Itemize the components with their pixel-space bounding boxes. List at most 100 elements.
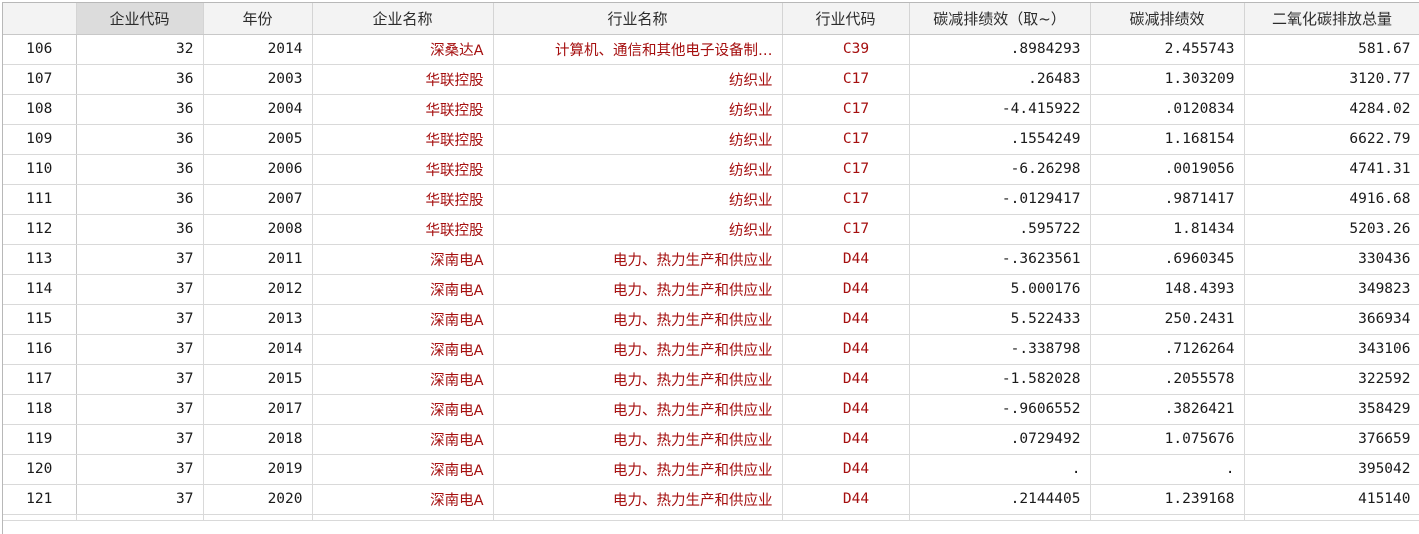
cell-industry-code[interactable]: D44 <box>782 394 910 425</box>
row-number[interactable]: 116 <box>3 334 77 365</box>
row-number[interactable]: 117 <box>3 364 77 395</box>
row-number[interactable]: 121 <box>3 484 77 515</box>
cell-industry-code[interactable]: C17 <box>782 184 910 215</box>
cell-carbon-perf[interactable]: .6960345 <box>1090 244 1245 275</box>
cell-carbon-perf-truncated[interactable]: -.338798 <box>909 334 1091 365</box>
cell-industry-code[interactable]: C17 <box>782 124 910 155</box>
table-row[interactable]: 110 36 2006 华联控股 纺织业 C17 -6.26298 .00190… <box>3 154 1419 185</box>
cell-industry-code[interactable]: D44 <box>782 484 910 515</box>
cell-firm-name[interactable]: 深南电A <box>312 364 494 395</box>
cell-firm-name[interactable]: 华联控股 <box>312 184 494 215</box>
cell-industry-code[interactable]: C17 <box>782 214 910 245</box>
cell-carbon-perf-truncated[interactable]: -6.26298 <box>909 154 1091 185</box>
cell-firm-name[interactable]: 深南电A <box>312 484 494 515</box>
row-number[interactable]: 109 <box>3 124 77 155</box>
cell-carbon-perf-truncated[interactable]: .1554249 <box>909 124 1091 155</box>
cell-industry-name[interactable]: 电力、热力生产和供应业 <box>493 394 783 425</box>
cell-industry-name[interactable]: 电力、热力生产和供应业 <box>493 274 783 305</box>
cell-co2-total[interactable]: 395042 <box>1244 454 1419 485</box>
row-number[interactable]: 106 <box>3 34 77 65</box>
cell-firm-name[interactable]: 深南电A <box>312 394 494 425</box>
cell-firm-code[interactable]: 32 <box>76 34 204 65</box>
row-number[interactable]: 112 <box>3 214 77 245</box>
cell-firm-name[interactable]: 华联控股 <box>312 214 494 245</box>
cell-firm-code[interactable]: 36 <box>76 64 204 95</box>
column-header-carbon-perf-truncated[interactable]: 碳减排绩效（取~） <box>909 3 1091 35</box>
row-number[interactable]: 111 <box>3 184 77 215</box>
cell-firm-name[interactable]: 深南电A <box>312 424 494 455</box>
cell-industry-name[interactable]: 电力、热力生产和供应业 <box>493 484 783 515</box>
column-header-year[interactable]: 年份 <box>203 3 313 35</box>
cell-year[interactable]: 2018 <box>203 424 313 455</box>
cell-firm-name[interactable]: 华联控股 <box>312 124 494 155</box>
table-row[interactable]: 115 37 2013 深南电A 电力、热力生产和供应业 D44 5.52243… <box>3 304 1419 335</box>
cell-year[interactable]: 2005 <box>203 124 313 155</box>
cell-carbon-perf[interactable]: 1.303209 <box>1090 64 1245 95</box>
row-number[interactable]: 115 <box>3 304 77 335</box>
cell-co2-total[interactable]: 358429 <box>1244 394 1419 425</box>
cell-industry-name[interactable]: 电力、热力生产和供应业 <box>493 364 783 395</box>
table-row[interactable]: 118 37 2017 深南电A 电力、热力生产和供应业 D44 -.96065… <box>3 394 1419 425</box>
cell-year[interactable]: 2007 <box>203 184 313 215</box>
table-row[interactable]: 107 36 2003 华联控股 纺织业 C17 .26483 1.303209… <box>3 64 1419 95</box>
cell-industry-code[interactable]: C39 <box>782 34 910 65</box>
table-row[interactable]: 117 37 2015 深南电A 电力、热力生产和供应业 D44 -1.5820… <box>3 364 1419 395</box>
cell-carbon-perf[interactable]: 1.075676 <box>1090 424 1245 455</box>
cell-firm-name[interactable]: 深桑达A <box>312 34 494 65</box>
cell-carbon-perf-truncated[interactable]: .8984293 <box>909 34 1091 65</box>
cell-carbon-perf[interactable]: .2055578 <box>1090 364 1245 395</box>
cell-industry-code[interactable]: C17 <box>782 64 910 95</box>
cell-co2-total[interactable]: 366934 <box>1244 304 1419 335</box>
cell-industry-name[interactable]: 纺织业 <box>493 154 783 185</box>
cell-year[interactable]: 2006 <box>203 154 313 185</box>
cell-carbon-perf-truncated[interactable]: -.0129417 <box>909 184 1091 215</box>
row-number[interactable]: 107 <box>3 64 77 95</box>
table-row[interactable]: 121 37 2020 深南电A 电力、热力生产和供应业 D44 .214440… <box>3 484 1419 515</box>
table-row[interactable]: 114 37 2012 深南电A 电力、热力生产和供应业 D44 5.00017… <box>3 274 1419 305</box>
cell-carbon-perf[interactable]: 1.239168 <box>1090 484 1245 515</box>
row-number[interactable]: 119 <box>3 424 77 455</box>
cell-firm-code[interactable]: 36 <box>76 124 204 155</box>
cell-industry-name[interactable]: 电力、热力生产和供应业 <box>493 244 783 275</box>
cell-co2-total[interactable]: 343106 <box>1244 334 1419 365</box>
cell-firm-code[interactable]: 37 <box>76 454 204 485</box>
table-row[interactable]: 119 37 2018 深南电A 电力、热力生产和供应业 D44 .072949… <box>3 424 1419 455</box>
cell-carbon-perf[interactable]: . <box>1090 454 1245 485</box>
cell-firm-code[interactable]: 37 <box>76 304 204 335</box>
cell-carbon-perf-truncated[interactable]: -.9606552 <box>909 394 1091 425</box>
cell-carbon-perf-truncated[interactable]: .595722 <box>909 214 1091 245</box>
corner-cell[interactable] <box>3 3 77 35</box>
cell-carbon-perf-truncated[interactable]: .0729492 <box>909 424 1091 455</box>
cell-firm-code[interactable]: 37 <box>76 484 204 515</box>
row-number[interactable]: 114 <box>3 274 77 305</box>
cell-firm-code[interactable]: 37 <box>76 334 204 365</box>
cell-year[interactable]: 2012 <box>203 274 313 305</box>
cell-carbon-perf[interactable]: 2.455743 <box>1090 34 1245 65</box>
table-row[interactable]: 109 36 2005 华联控股 纺织业 C17 .1554249 1.1681… <box>3 124 1419 155</box>
column-header-co2-total[interactable]: 二氧化碳排放总量 <box>1244 3 1419 35</box>
table-row[interactable]: 112 36 2008 华联控股 纺织业 C17 .595722 1.81434… <box>3 214 1419 245</box>
cell-industry-code[interactable]: D44 <box>782 424 910 455</box>
cell-co2-total[interactable]: 330436 <box>1244 244 1419 275</box>
cell-industry-code[interactable]: C17 <box>782 94 910 125</box>
cell-year[interactable]: 2014 <box>203 334 313 365</box>
cell-industry-code[interactable]: D44 <box>782 304 910 335</box>
cell-year[interactable]: 2004 <box>203 94 313 125</box>
cell-industry-code[interactable]: D44 <box>782 244 910 275</box>
cell-industry-name[interactable]: 纺织业 <box>493 214 783 245</box>
cell-carbon-perf-truncated[interactable]: 5.522433 <box>909 304 1091 335</box>
cell-carbon-perf-truncated[interactable]: -.3623561 <box>909 244 1091 275</box>
cell-industry-name[interactable]: 电力、热力生产和供应业 <box>493 424 783 455</box>
data-editor-grid[interactable]: 企业代码 年份 企业名称 行业名称 行业代码 碳减排绩效（取~） 碳减排绩效 二… <box>2 2 1419 534</box>
row-number[interactable]: 108 <box>3 94 77 125</box>
column-header-carbon-perf[interactable]: 碳减排绩效 <box>1090 3 1245 35</box>
table-row[interactable]: 108 36 2004 华联控股 纺织业 C17 -4.415922 .0120… <box>3 94 1419 125</box>
table-row[interactable]: 106 32 2014 深桑达A 计算机、通信和其他电子设备制… C39 .89… <box>3 34 1419 65</box>
cell-firm-code[interactable]: 37 <box>76 244 204 275</box>
table-row[interactable]: 113 37 2011 深南电A 电力、热力生产和供应业 D44 -.36235… <box>3 244 1419 275</box>
cell-carbon-perf[interactable]: 148.4393 <box>1090 274 1245 305</box>
cell-co2-total[interactable]: 6622.79 <box>1244 124 1419 155</box>
cell-carbon-perf-truncated[interactable]: . <box>909 454 1091 485</box>
cell-firm-code[interactable]: 37 <box>76 274 204 305</box>
cell-firm-name[interactable]: 深南电A <box>312 274 494 305</box>
